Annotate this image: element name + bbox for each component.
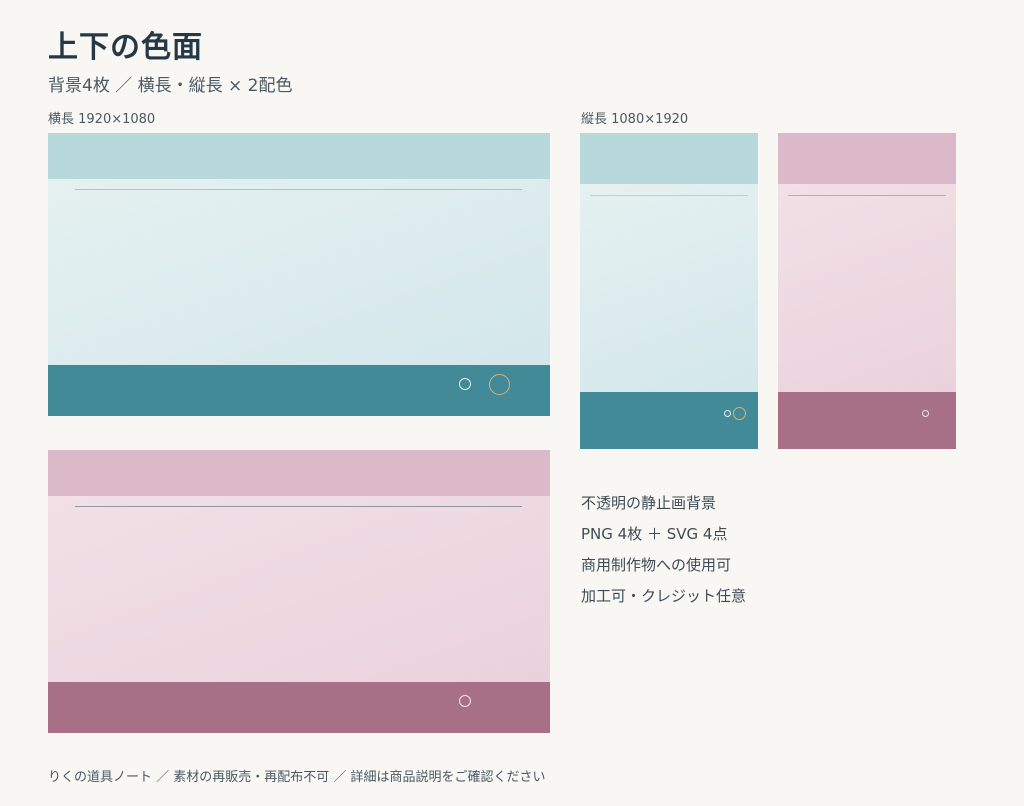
top-band [48, 450, 550, 496]
large-circle-icon [733, 407, 746, 420]
footer-note: りくの道具ノート ／ 素材の再販売・再配布不可 ／ 詳細は商品説明をご確認くださ… [48, 770, 546, 785]
middle-field [778, 184, 956, 392]
accent-rule [75, 506, 522, 507]
landscape-label: 横長 1920×1080 [48, 112, 156, 127]
top-band [580, 133, 758, 184]
bottom-band [48, 365, 550, 416]
middle-field [48, 179, 550, 365]
accent-rule [788, 195, 946, 196]
feature-item: 不透明の静止画背景 [581, 494, 717, 512]
feature-list: 不透明の静止画背景 PNG 4枚 ＋ SVG 4点 商用制作物への使用可 加工可… [581, 492, 746, 616]
small-circle-icon [459, 695, 471, 707]
page-subtitle: 背景4枚 ／ 横長・縦長 × 2配色 [48, 76, 293, 96]
landscape-teal-preview [48, 133, 550, 416]
top-band [48, 133, 550, 179]
portrait-rose-preview [778, 133, 956, 449]
landscape-rose-preview [48, 450, 550, 733]
large-circle-icon [931, 407, 944, 420]
feature-item: PNG 4枚 ＋ SVG 4点 [581, 525, 728, 543]
portrait-teal-preview [580, 133, 758, 449]
portrait-label: 縦長 1080×1920 [581, 112, 689, 127]
middle-field [580, 184, 758, 392]
small-circle-icon [922, 410, 929, 417]
top-band [778, 133, 956, 184]
middle-field [48, 496, 550, 682]
bottom-band [48, 682, 550, 733]
bottom-band [778, 392, 956, 449]
small-circle-icon [724, 410, 731, 417]
feature-item: 加工可・クレジット任意 [581, 587, 747, 605]
accent-rule [590, 195, 748, 196]
page-title: 上下の色面 [48, 30, 203, 65]
large-circle-icon [489, 691, 510, 712]
accent-rule [75, 189, 522, 190]
feature-item: 商用制作物への使用可 [581, 556, 732, 574]
small-circle-icon [459, 378, 471, 390]
large-circle-icon [489, 374, 510, 395]
bottom-band [580, 392, 758, 449]
